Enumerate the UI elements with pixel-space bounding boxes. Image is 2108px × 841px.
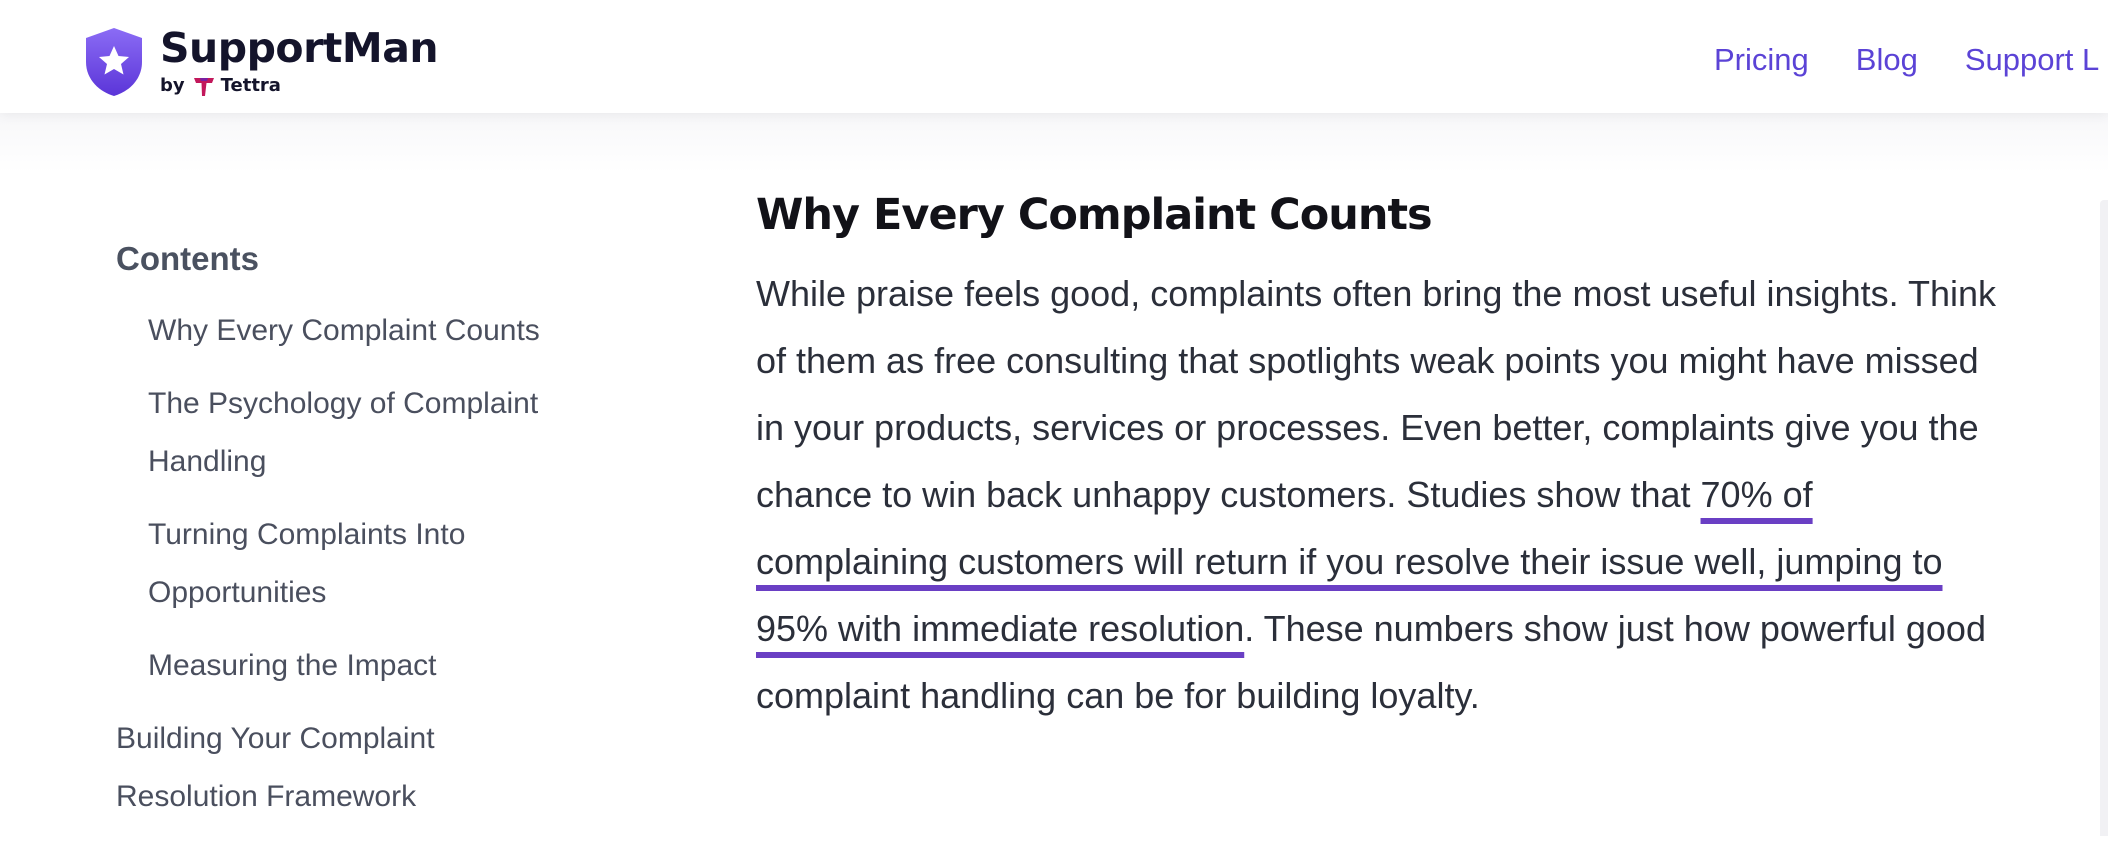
toc-title: Contents [116,240,259,277]
site-header: SupportMan by Tettra Pricing Blog Suppor… [0,0,2108,113]
brand-name: SupportMan [160,23,439,72]
tettra-logo-icon [193,77,214,96]
section-heading: Why Every Complaint Counts [756,190,1433,240]
toc-item-turning-complaints-into-opportunities[interactable]: Turning Complaints Into Opportunities [148,506,548,622]
table-of-contents: Contents Why Every Complaint Counts The … [116,240,636,841]
article-section: Why Every Complaint Counts While praise … [756,190,1996,729]
nav-link-support[interactable]: Support L [1965,42,2099,78]
byline: by Tettra [160,75,438,97]
right-panel-edge [2100,200,2108,836]
shield-star-icon [86,28,142,96]
byline-company: Tettra [220,75,281,96]
toc-item-psychology-of-complaint-handling[interactable]: The Psychology of Complaint Handling [148,375,578,491]
byline-prefix: by [160,75,185,96]
toc-item-why-every-complaint-counts[interactable]: Why Every Complaint Counts [148,302,636,360]
nav-link-blog[interactable]: Blog [1856,42,1918,78]
toc-item-measuring-the-impact[interactable]: Measuring the Impact [148,637,636,695]
top-nav: Pricing Blog Support L [1714,42,2108,78]
supportman-logo[interactable]: SupportMan by Tettra [82,23,439,98]
nav-link-pricing[interactable]: Pricing [1714,42,1809,78]
section-paragraph: While praise feels good, complaints ofte… [756,260,1996,729]
toc-item-building-complaint-resolution-framework[interactable]: Building Your Complaint Resolution Frame… [116,710,496,826]
